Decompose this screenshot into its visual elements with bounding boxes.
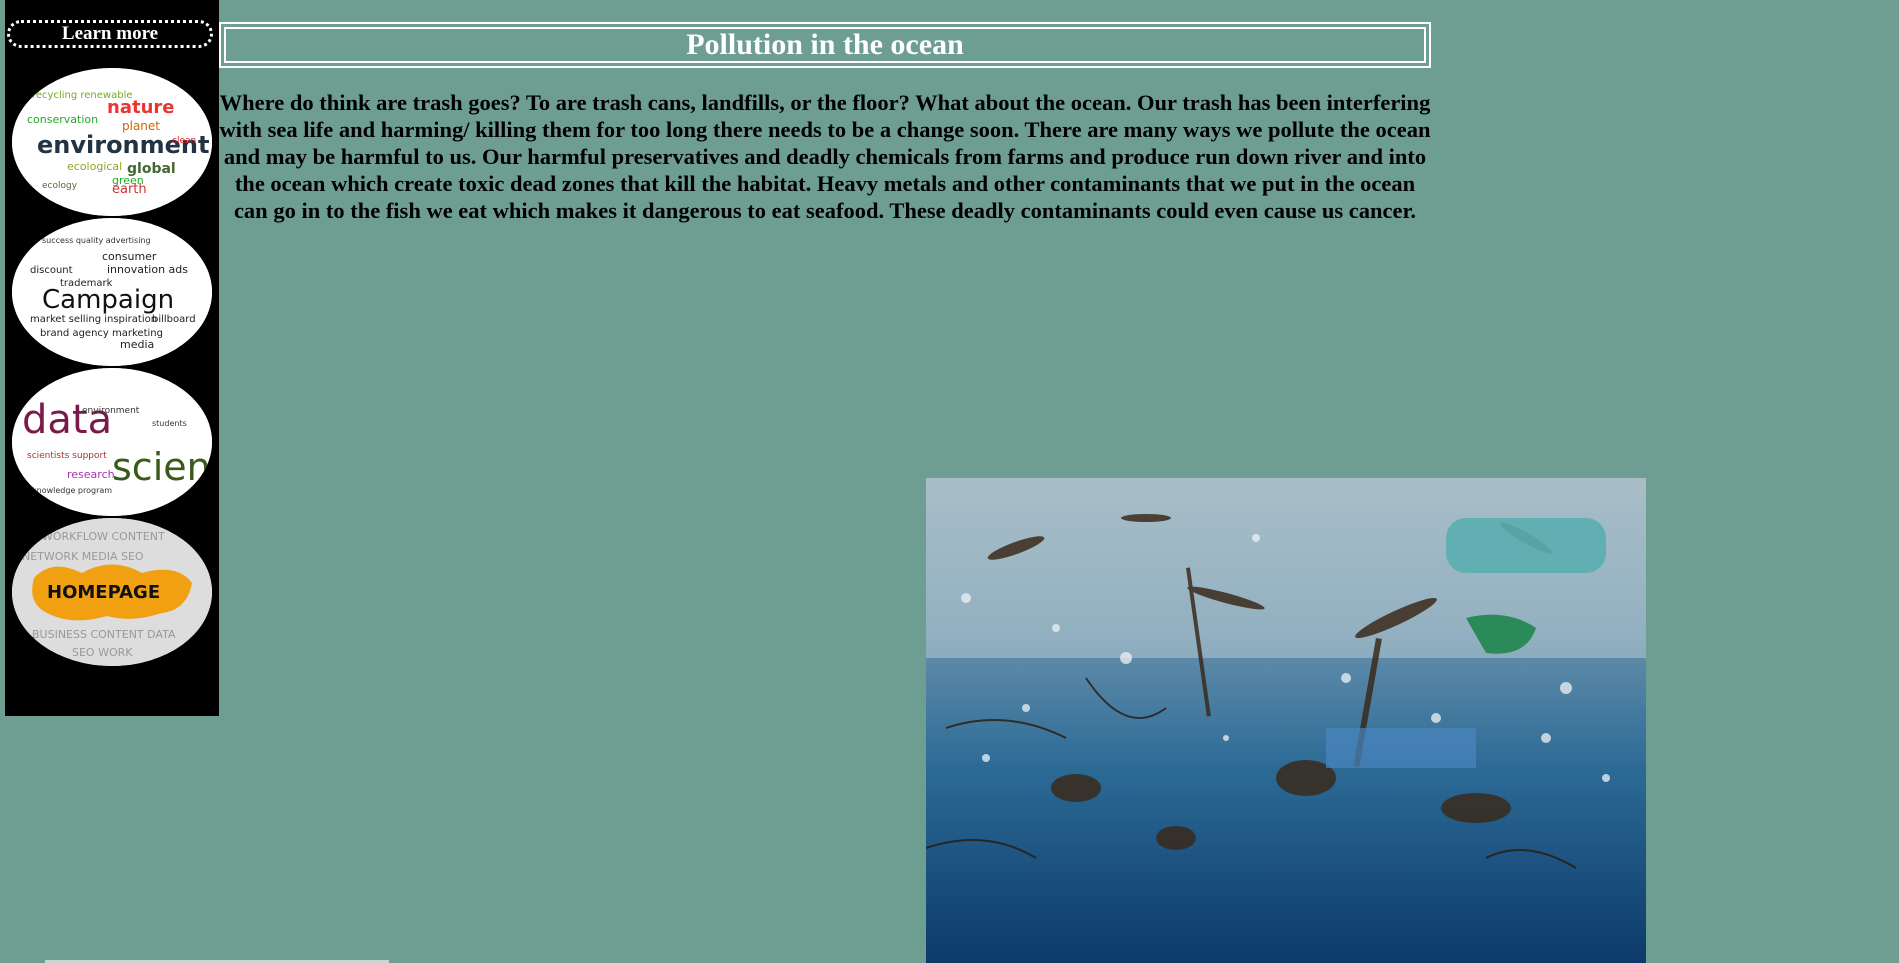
svg-text:students: students bbox=[152, 419, 187, 428]
svg-text:success quality advertising: success quality advertising bbox=[42, 236, 151, 245]
svg-text:ecology: ecology bbox=[42, 181, 78, 191]
learn-more-button[interactable]: Learn more bbox=[7, 20, 213, 48]
svg-text:research: research bbox=[67, 468, 115, 481]
svg-text:discount: discount bbox=[30, 265, 73, 276]
svg-text:billboard: billboard bbox=[152, 314, 196, 325]
science-word: science bbox=[112, 445, 212, 489]
svg-text:NETWORK MEDIA SEO: NETWORK MEDIA SEO bbox=[22, 550, 144, 563]
svg-text:BUSINESS CONTENT DATA: BUSINESS CONTENT DATA bbox=[32, 628, 176, 641]
ocean-pollution-photo bbox=[926, 478, 1646, 963]
homepage-word: HOMEPAGE bbox=[47, 582, 160, 603]
article-paragraph: Where do think are trash goes? To are tr… bbox=[219, 90, 1431, 223]
campaign-word-cloud: success quality advertising consumer dis… bbox=[12, 218, 212, 366]
svg-text:environment: environment bbox=[82, 406, 140, 416]
learn-more-label: Learn more bbox=[61, 23, 159, 44]
svg-text:WORKFLOW CONTENT: WORKFLOW CONTENT bbox=[42, 530, 165, 543]
svg-text:ecological: ecological bbox=[67, 160, 122, 173]
page-title: Pollution in the ocean bbox=[224, 27, 1426, 63]
nav-data-science-image[interactable]: data environment students science scient… bbox=[12, 368, 212, 516]
svg-text:clean: clean bbox=[172, 136, 196, 146]
svg-text:media: media bbox=[120, 338, 154, 351]
data-science-word-cloud: data environment students science scient… bbox=[12, 368, 212, 516]
svg-text:conservation: conservation bbox=[27, 113, 98, 126]
svg-text:green: green bbox=[112, 174, 144, 187]
campaign-word: Campaign bbox=[42, 285, 174, 315]
svg-text:consumer: consumer bbox=[102, 250, 157, 263]
nav-homepage-image[interactable]: WORKFLOW CONTENT NETWORK MEDIA SEO HOMEP… bbox=[12, 518, 212, 666]
sidebar: Learn more recycling renewable nature pl… bbox=[5, 0, 219, 716]
data-word: data bbox=[22, 397, 112, 443]
ocean-trash-image bbox=[926, 478, 1646, 963]
svg-text:scientists support: scientists support bbox=[27, 451, 107, 461]
svg-text:market selling inspiration: market selling inspiration bbox=[30, 314, 157, 325]
homepage-word-cloud: WORKFLOW CONTENT NETWORK MEDIA SEO HOMEP… bbox=[12, 518, 212, 666]
svg-text:nature: nature bbox=[107, 97, 174, 118]
svg-text:SEO WORK: SEO WORK bbox=[72, 646, 133, 659]
environment-word-cloud: recycling renewable nature planet conser… bbox=[12, 68, 212, 216]
svg-text:knowledge program: knowledge program bbox=[32, 486, 112, 495]
nav-environment-image[interactable]: recycling renewable nature planet conser… bbox=[12, 68, 212, 216]
page-title-box: Pollution in the ocean bbox=[219, 22, 1431, 68]
nav-campaign-image[interactable]: success quality advertising consumer dis… bbox=[12, 218, 212, 366]
svg-text:innovation ads: innovation ads bbox=[107, 263, 188, 276]
